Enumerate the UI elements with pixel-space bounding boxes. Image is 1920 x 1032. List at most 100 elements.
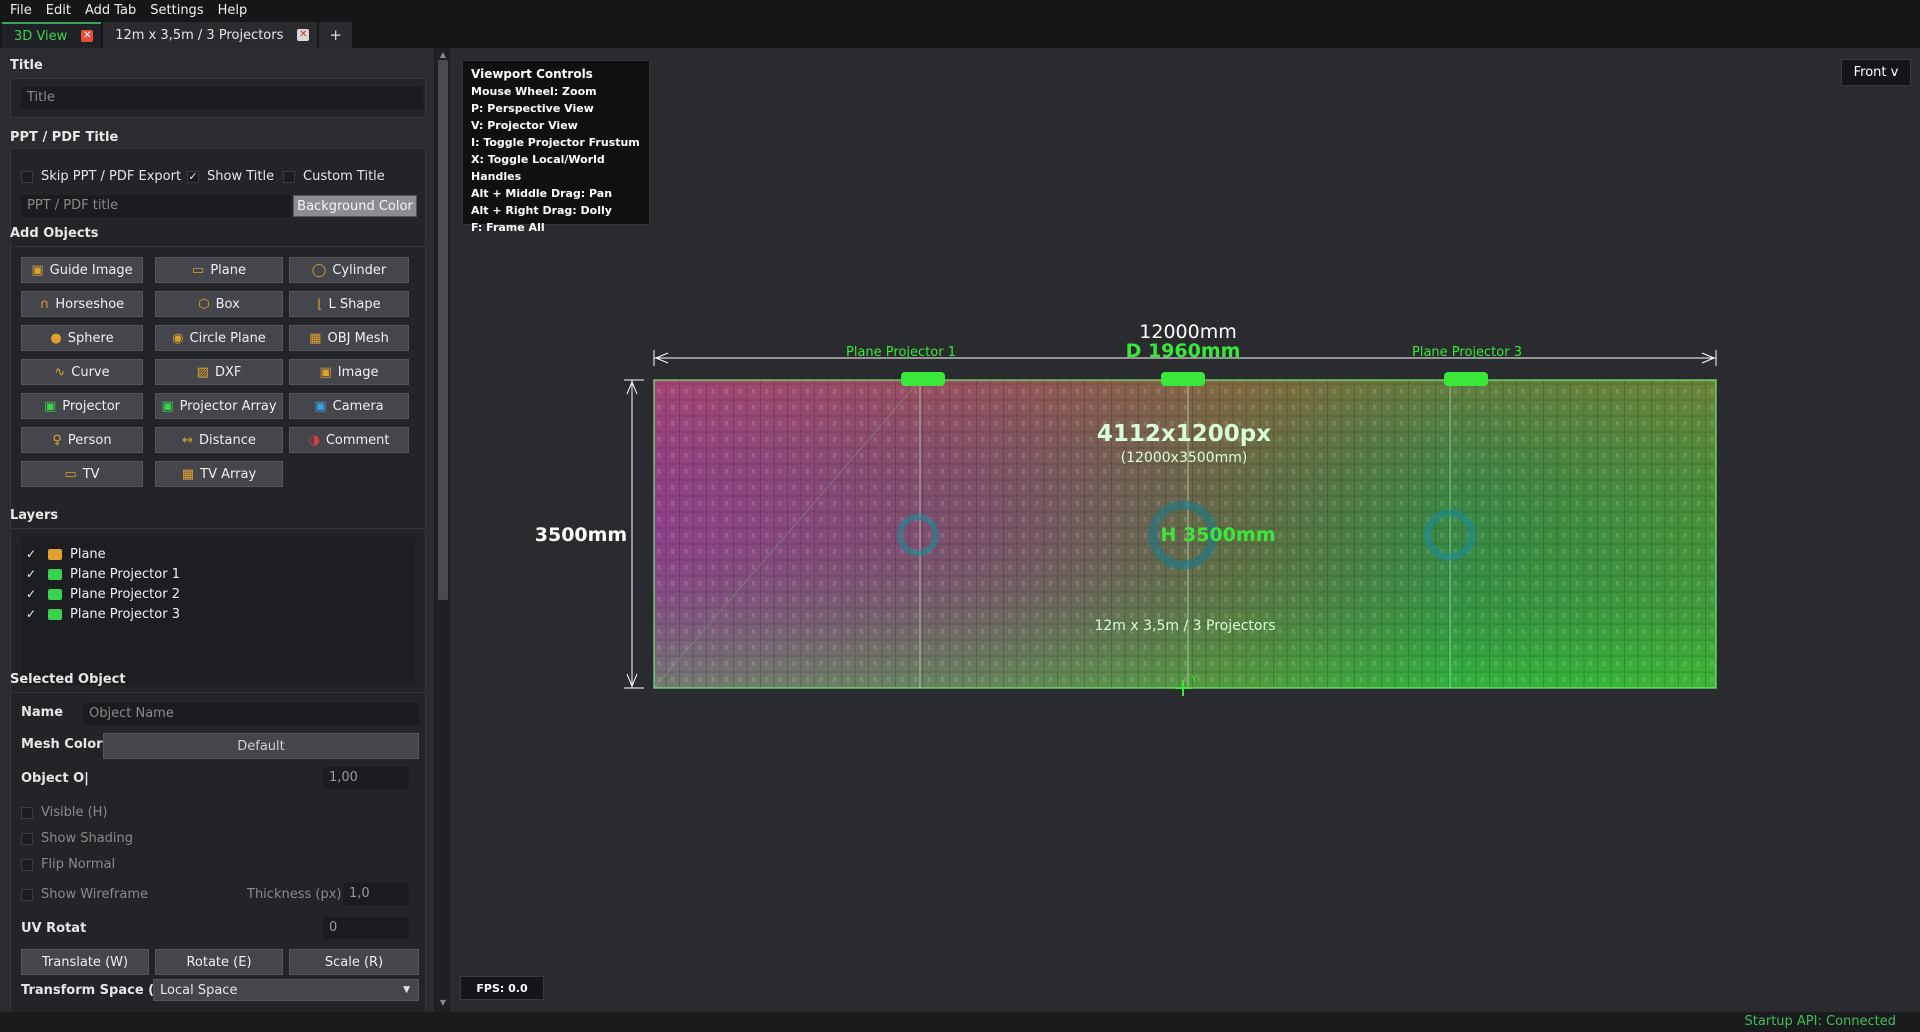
check-icon[interactable]: ✓ — [26, 567, 42, 581]
viewport-controls-title: Viewport Controls — [471, 67, 593, 81]
opacity-label: Object O| — [21, 771, 89, 786]
thickness-input[interactable]: 1,0 — [343, 883, 409, 905]
close-icon[interactable]: ✕ — [81, 30, 94, 42]
checkbox-box — [21, 858, 33, 871]
3d-viewport[interactable]: 12000mm D 1960mm 3500mm Plane Projector … — [450, 48, 1920, 1012]
projector-icon[interactable] — [1444, 372, 1488, 386]
menu-help[interactable]: Help — [212, 3, 256, 18]
horseshoe-button[interactable]: ∩ Horseshoe — [21, 291, 143, 317]
button-label: Distance — [199, 432, 256, 448]
center-height-label: H 3500mm — [1161, 524, 1276, 546]
sphere-button[interactable]: ● Sphere — [21, 325, 143, 351]
select-value: Local Space — [160, 982, 238, 998]
projector-icon[interactable] — [1161, 372, 1205, 386]
skip-ppt-checkbox[interactable]: Skip PPT / PDF Export — [21, 169, 181, 184]
show-wireframe-checkbox[interactable]: Show Wireframe — [21, 887, 148, 902]
ppt-title-input[interactable]: PPT / PDF title — [21, 195, 291, 217]
button-label: Projector — [62, 398, 121, 414]
tv-button[interactable]: ▭ TV — [21, 461, 143, 487]
tab-project[interactable]: 12m x 3,5m / 3 Projectors ✕ — [103, 22, 318, 48]
circle-plane-button[interactable]: ◉ Circle Plane — [155, 325, 283, 351]
obj-mesh-button[interactable]: ▦ OBJ Mesh — [289, 325, 409, 351]
distance-icon: ↔ — [182, 432, 194, 448]
tab-label: 3D View — [14, 28, 68, 44]
custom-title-checkbox[interactable]: Custom Title — [283, 169, 385, 184]
button-label: Curve — [71, 364, 110, 380]
control-hint: X: Toggle Local/World Handles — [471, 153, 605, 183]
tab-3d-view[interactable]: 3D View ✕ — [2, 22, 102, 48]
menu-file[interactable]: File — [4, 3, 40, 18]
projector-array-button[interactable]: ▣ Projector Array — [155, 393, 283, 419]
view-dropdown[interactable]: Front v — [1841, 59, 1911, 86]
menu-add-tab[interactable]: Add Tab — [79, 3, 144, 18]
cylinder-button[interactable]: ◯ Cylinder — [289, 257, 409, 283]
guide-image-button[interactable]: ▣ Guide Image — [21, 257, 143, 283]
layers-heading: Layers — [10, 508, 59, 523]
projector-icon[interactable] — [901, 372, 945, 386]
viewport-scene[interactable]: 12000mm D 1960mm 3500mm Plane Projector … — [450, 48, 1920, 1012]
box-icon: ⬡ — [198, 296, 210, 312]
layer-item[interactable]: ✓ Plane Projector 3 — [26, 605, 180, 623]
checkbox-label: Visible (H) — [41, 805, 108, 820]
transform-space-select[interactable]: Local Space ▼ — [153, 979, 419, 1001]
check-icon[interactable]: ✓ — [26, 607, 42, 621]
box-button[interactable]: ⬡ Box — [155, 291, 283, 317]
layer-item[interactable]: ✓ Plane — [26, 545, 106, 563]
visible-checkbox[interactable]: Visible (H) — [21, 805, 108, 820]
comment-button[interactable]: ◑ Comment — [289, 427, 409, 453]
thickness-label: Thickness (px) — [247, 887, 342, 902]
panel-scrollbar[interactable]: ▲ ▼ — [436, 48, 450, 1012]
scale-button[interactable]: Scale (R) — [289, 949, 419, 975]
dxf-icon: ▨ — [196, 364, 209, 380]
horseshoe-icon: ∩ — [39, 296, 50, 312]
layer-item[interactable]: ✓ Plane Projector 1 — [26, 565, 180, 583]
height-dimension-label: 3500mm — [535, 524, 627, 546]
show-shading-checkbox[interactable]: Show Shading — [21, 831, 133, 846]
person-button[interactable]: ♀ Person — [21, 427, 143, 453]
layer-item[interactable]: ✓ Plane Projector 2 — [26, 585, 180, 603]
button-label: Box — [215, 296, 240, 312]
title-input[interactable]: Title — [21, 87, 423, 109]
rotate-button[interactable]: Rotate (E) — [155, 949, 283, 975]
control-hint: F: Frame All — [471, 221, 545, 234]
scrollbar-thumb[interactable] — [438, 60, 448, 600]
translate-button[interactable]: Translate (W) — [21, 949, 149, 975]
image-icon: ▣ — [31, 262, 44, 278]
check-icon[interactable]: ✓ — [26, 547, 42, 561]
image-button[interactable]: ▣ Image — [289, 359, 409, 385]
obj-mesh-icon: ▦ — [309, 330, 322, 346]
menu-edit[interactable]: Edit — [40, 3, 79, 18]
flip-normal-checkbox[interactable]: Flip Normal — [21, 857, 115, 872]
background-color-button[interactable]: Background Color — [293, 195, 417, 217]
curve-button[interactable]: ∿ Curve — [21, 359, 143, 385]
plane-button[interactable]: ▭ Plane — [155, 257, 283, 283]
status-bar: Startup API: Connected — [0, 1012, 1920, 1032]
tv-array-button[interactable]: ▦ TV Array — [155, 461, 283, 487]
object-name-input[interactable]: Object Name — [83, 703, 419, 725]
l-shape-button[interactable]: ⌊ L Shape — [289, 291, 409, 317]
add-tab-button[interactable]: + — [319, 22, 352, 48]
menu-settings[interactable]: Settings — [144, 3, 211, 18]
projector-button[interactable]: ▣ Projector — [21, 393, 143, 419]
button-label: Comment — [325, 432, 390, 448]
control-hint: Alt + Right Drag: Dolly — [471, 204, 612, 217]
camera-button[interactable]: ▣ Camera — [289, 393, 409, 419]
scroll-down-icon[interactable]: ▼ — [438, 998, 448, 1008]
plane-icon: ▭ — [192, 262, 205, 278]
distance-button[interactable]: ↔ Distance — [155, 427, 283, 453]
uv-rotation-input[interactable]: 0 — [323, 917, 409, 939]
status-text: Startup API: Connected — [1744, 1014, 1896, 1029]
transform-space-label: Transform Space (X) — [21, 983, 171, 998]
scroll-up-icon[interactable]: ▲ — [438, 50, 448, 60]
layer-label: Plane Projector 2 — [70, 586, 180, 602]
close-icon[interactable]: ✕ — [297, 29, 310, 41]
check-icon[interactable]: ✓ — [26, 587, 42, 601]
opacity-input[interactable]: 1,00 — [323, 767, 409, 789]
person-icon: ♀ — [52, 432, 62, 448]
layer-label: Plane Projector 1 — [70, 566, 180, 582]
show-title-checkbox[interactable]: ✓ Show Title — [187, 169, 274, 184]
resolution-label: 4112x1200px — [1097, 421, 1271, 447]
ppt-box: Skip PPT / PDF Export ✓ Show Title Custom… — [10, 148, 426, 258]
dxf-button[interactable]: ▨ DXF — [155, 359, 283, 385]
mesh-color-button[interactable]: Default — [103, 733, 419, 759]
